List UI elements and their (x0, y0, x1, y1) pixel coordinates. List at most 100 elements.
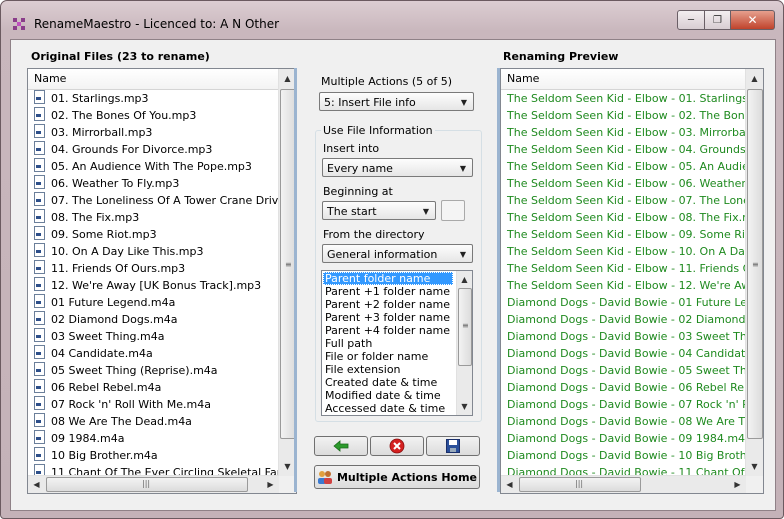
preview-horizontal-scrollbar[interactable]: ◀ ||| ▶ (501, 475, 746, 493)
file-row[interactable]: 08. The Fix.mp3 (28, 209, 279, 226)
preview-row[interactable]: The Seldom Seen Kid - Elbow - 11. Friend… (501, 260, 746, 277)
file-info-item[interactable]: Parent +1 folder name (323, 285, 456, 298)
preview-row[interactable]: Diamond Dogs - David Bowie - 10 Big Brot… (501, 447, 746, 464)
file-row[interactable]: 02 Diamond Dogs.m4a (28, 311, 279, 328)
file-info-item[interactable]: Parent +4 folder name (323, 324, 456, 337)
back-button[interactable] (314, 436, 368, 456)
scroll-thumb[interactable]: ||| (519, 477, 641, 492)
file-row[interactable]: 11. Friends Of Ours.mp3 (28, 260, 279, 277)
audio-file-icon (34, 158, 45, 172)
preview-row[interactable]: The Seldom Seen Kid - Elbow - 07. The Lo… (501, 192, 746, 209)
grip-icon: ≡ (752, 260, 759, 269)
file-row[interactable]: 06 Rebel Rebel.m4a (28, 379, 279, 396)
file-row[interactable]: 12. We're Away [UK Bonus Track].mp3 (28, 277, 279, 294)
file-row[interactable]: 09 1984.m4a (28, 430, 279, 447)
preview-row[interactable]: Diamond Dogs - David Bowie - 04 Candidat… (501, 345, 746, 362)
file-row[interactable]: 04 Candidate.m4a (28, 345, 279, 362)
scroll-thumb[interactable]: ≡ (458, 288, 472, 366)
multiple-actions-home-button[interactable]: Multiple Actions Home (314, 465, 480, 489)
preview-row[interactable]: The Seldom Seen Kid - Elbow - 12. We're … (501, 277, 746, 294)
scroll-up-arrow-icon[interactable]: ▲ (747, 71, 762, 86)
delete-action-button[interactable] (370, 436, 424, 456)
renaming-preview-list[interactable]: Name The Seldom Seen Kid - Elbow - 01. S… (500, 68, 764, 494)
file-info-item[interactable]: Accessed date & time (323, 402, 456, 415)
from-directory-label: From the directory (323, 228, 425, 241)
preview-row[interactable]: Diamond Dogs - David Bowie - 05 Sweet Th… (501, 362, 746, 379)
file-row[interactable]: 01 Future Legend.m4a (28, 294, 279, 311)
beginning-at-select[interactable]: The start ▼ (322, 201, 436, 220)
scroll-down-arrow-icon[interactable]: ▼ (747, 459, 762, 474)
file-info-item[interactable]: Parent +3 folder name (323, 311, 456, 324)
file-info-list[interactable]: Parent folder name Parent +1 folder name P… (321, 270, 473, 416)
file-info-item[interactable]: Modified date & time (323, 389, 456, 402)
file-info-item[interactable]: Parent +2 folder name (323, 298, 456, 311)
scroll-down-arrow-icon[interactable]: ▼ (280, 459, 295, 474)
minimize-button[interactable]: ─ (677, 10, 705, 30)
file-info-item[interactable]: Parent folder name (323, 272, 453, 285)
scroll-thumb[interactable]: ≡ (747, 89, 763, 439)
audio-file-icon (34, 141, 45, 155)
original-horizontal-scrollbar[interactable]: ◀ ||| ▶ (28, 475, 279, 493)
file-info-scrollbar[interactable]: ▲ ≡ ▼ (456, 271, 472, 415)
title-bar[interactable]: RenameMaestro - Licenced to: A N Other ─… (1, 1, 783, 39)
file-row[interactable]: 09. Some Riot.mp3 (28, 226, 279, 243)
file-row[interactable]: 03 Sweet Thing.m4a (28, 328, 279, 345)
preview-row[interactable]: The Seldom Seen Kid - Elbow - 09. Some R… (501, 226, 746, 243)
scroll-left-arrow-icon[interactable]: ◀ (29, 477, 44, 492)
preview-row[interactable]: The Seldom Seen Kid - Elbow - 10. On A D… (501, 243, 746, 260)
audio-file-icon (34, 345, 45, 359)
original-files-rows: 01. Starlings.mp3 02. The Bones Of You.mp… (28, 90, 279, 476)
file-info-item[interactable]: File extension (323, 363, 456, 376)
audio-file-icon (34, 90, 45, 104)
preview-row[interactable]: The Seldom Seen Kid - Elbow - 02. The Bo… (501, 107, 746, 124)
preview-row[interactable]: Diamond Dogs - David Bowie - 09 1984.m4a (501, 430, 746, 447)
file-row[interactable]: 07 Rock 'n' Roll With Me.m4a (28, 396, 279, 413)
file-row[interactable]: 05. An Audience With The Pope.mp3 (28, 158, 279, 175)
directory-info-select[interactable]: General information ▼ (322, 244, 473, 263)
maximize-button[interactable]: ❐ (705, 10, 731, 30)
preview-row[interactable]: The Seldom Seen Kid - Elbow - 05. An Aud… (501, 158, 746, 175)
preview-vertical-scrollbar[interactable]: ▲ ≡ ▼ (745, 69, 763, 476)
scroll-down-arrow-icon[interactable]: ▼ (457, 399, 472, 414)
file-row[interactable]: 07. The Loneliness Of A Tower Crane Driv… (28, 192, 279, 209)
file-row[interactable]: 05 Sweet Thing (Reprise).m4a (28, 362, 279, 379)
save-button[interactable] (426, 436, 480, 456)
preview-row[interactable]: Diamond Dogs - David Bowie - 02 Diamond … (501, 311, 746, 328)
left-splitter[interactable] (294, 68, 297, 492)
insert-into-select[interactable]: Every name ▼ (322, 158, 473, 177)
scroll-up-arrow-icon[interactable]: ▲ (280, 71, 295, 86)
preview-row[interactable]: Diamond Dogs - David Bowie - 01 Future L… (501, 294, 746, 311)
preview-row[interactable]: The Seldom Seen Kid - Elbow - 04. Ground… (501, 141, 746, 158)
scroll-right-arrow-icon[interactable]: ▶ (263, 477, 278, 492)
file-row[interactable]: 01. Starlings.mp3 (28, 90, 279, 107)
action-select[interactable]: 5: Insert File info ▼ (319, 92, 474, 111)
beginning-at-value: The start (327, 205, 377, 218)
file-info-item[interactable]: File or folder name (323, 350, 456, 363)
file-info-item[interactable]: Full path (323, 337, 456, 350)
preview-row[interactable]: Diamond Dogs - David Bowie - 08 We Are T… (501, 413, 746, 430)
preview-row[interactable]: The Seldom Seen Kid - Elbow - 06. Weathe… (501, 175, 746, 192)
file-row[interactable]: 02. The Bones Of You.mp3 (28, 107, 279, 124)
preview-row[interactable]: Diamond Dogs - David Bowie - 07 Rock 'n'… (501, 396, 746, 413)
file-row[interactable]: 03. Mirrorball.mp3 (28, 124, 279, 141)
preview-row[interactable]: The Seldom Seen Kid - Elbow - 03. Mirror… (501, 124, 746, 141)
file-row[interactable]: 08 We Are The Dead.m4a (28, 413, 279, 430)
file-row[interactable]: 04. Grounds For Divorce.mp3 (28, 141, 279, 158)
preview-name-column-header[interactable]: Name (501, 69, 763, 90)
scroll-thumb[interactable]: ||| (46, 477, 248, 492)
position-input[interactable] (441, 200, 465, 221)
file-row[interactable]: 06. Weather To Fly.mp3 (28, 175, 279, 192)
original-files-list[interactable]: Name 01. Starlings.mp3 02. The Bones Of Y… (27, 68, 297, 494)
preview-row[interactable]: The Seldom Seen Kid - Elbow - 01. Starli… (501, 90, 746, 107)
file-info-item[interactable]: Created date & time (323, 376, 456, 389)
close-button[interactable]: ✕ (731, 10, 775, 30)
original-name-column-header[interactable]: Name (28, 69, 296, 90)
scroll-right-arrow-icon[interactable]: ▶ (730, 477, 745, 492)
preview-row[interactable]: Diamond Dogs - David Bowie - 03 Sweet Th… (501, 328, 746, 345)
file-row[interactable]: 10. On A Day Like This.mp3 (28, 243, 279, 260)
scroll-up-arrow-icon[interactable]: ▲ (457, 272, 472, 287)
file-row[interactable]: 10 Big Brother.m4a (28, 447, 279, 464)
preview-row[interactable]: The Seldom Seen Kid - Elbow - 08. The Fi… (501, 209, 746, 226)
preview-row[interactable]: Diamond Dogs - David Bowie - 06 Rebel Re… (501, 379, 746, 396)
scroll-left-arrow-icon[interactable]: ◀ (502, 477, 517, 492)
